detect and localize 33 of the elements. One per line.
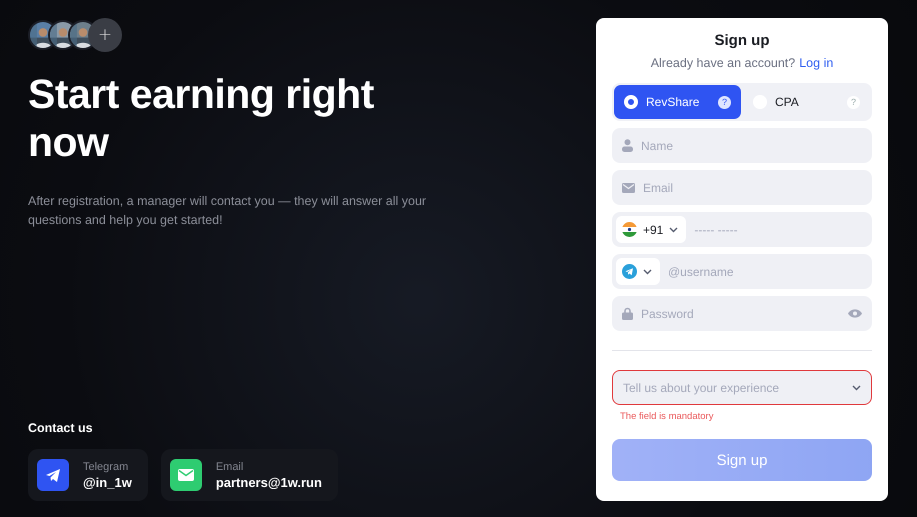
- contact-value: @in_1w: [83, 474, 132, 490]
- login-prompt: Already have an account?: [650, 56, 796, 70]
- country-code-select[interactable]: +91: [616, 216, 686, 243]
- envelope-icon: [170, 459, 202, 491]
- help-icon[interactable]: ?: [847, 96, 860, 108]
- login-link[interactable]: Log in: [799, 56, 834, 70]
- chevron-down-icon: [852, 384, 861, 390]
- lock-icon: [622, 307, 633, 320]
- phone-field[interactable]: +91 ----- -----: [612, 212, 872, 247]
- telegram-contact-card[interactable]: Telegram @in_1w: [28, 449, 148, 501]
- flag-icon: [622, 222, 637, 237]
- form-title: Sign up: [714, 32, 770, 49]
- contact-label: Email: [216, 460, 244, 472]
- help-icon[interactable]: ?: [718, 96, 731, 108]
- email-contact-card[interactable]: Email partners@1w.run: [160, 449, 338, 501]
- headline: Start earning right now: [28, 70, 375, 166]
- description: After registration, a manager will contact you — they will answer all your questions and help you get started!: [28, 193, 428, 229]
- radio-icon: [624, 95, 638, 109]
- plan-tab[interactable]: CPA ?: [743, 85, 870, 119]
- error-message: The field is mandatory: [620, 411, 714, 422]
- eye-icon[interactable]: [848, 309, 862, 318]
- more-avatars-badge: +: [88, 18, 122, 52]
- contact-label: Telegram: [83, 460, 130, 472]
- envelope-icon: [622, 182, 635, 192]
- messenger-select[interactable]: [616, 258, 660, 285]
- paper-plane-icon: [37, 459, 69, 491]
- paper-plane-icon: [622, 264, 637, 279]
- plan-tab[interactable]: RevShare ?: [614, 85, 741, 119]
- chevron-down-icon: [669, 226, 678, 232]
- contact-title: Contact us: [28, 421, 94, 435]
- person-icon: [622, 139, 633, 152]
- chevron-down-icon: [643, 268, 652, 274]
- contact-value: partners@1w.run: [216, 474, 322, 490]
